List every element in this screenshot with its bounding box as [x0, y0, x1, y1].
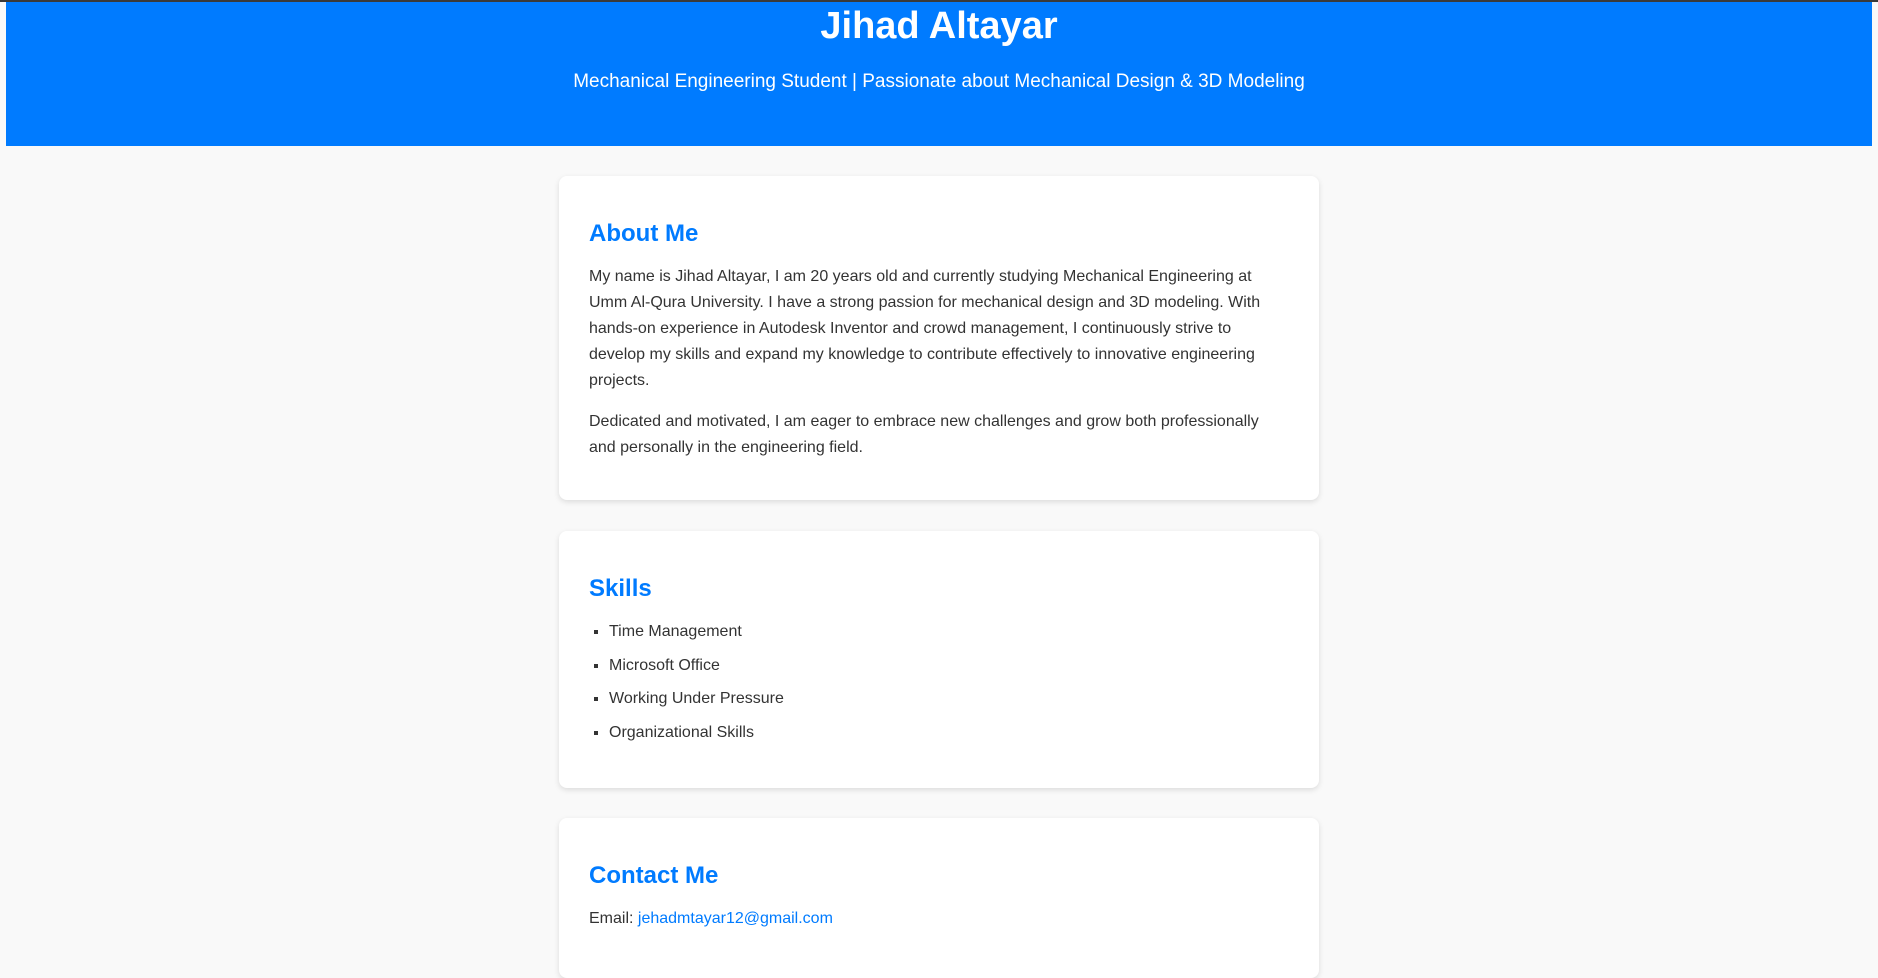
about-paragraph-2: Dedicated and motivated, I am eager to e…: [589, 413, 1259, 456]
skills-list: Time Management Microsoft Office Working…: [589, 620, 1289, 745]
contact-heading: Contact Me: [589, 862, 719, 889]
contact-section: Contact Me Email: jehadmtayar12@gmail.co…: [559, 818, 1319, 978]
page-subtitle: Mechanical Engineering Student | Passion…: [573, 71, 1305, 92]
page-header: Jihad Altayar Mechanical Engineering Stu…: [6, 2, 1872, 146]
about-heading: About Me: [589, 220, 699, 247]
about-section: About Me My name is Jihad Altayar, I am …: [559, 176, 1319, 500]
contact-email-row: Email: jehadmtayar12@gmail.com: [589, 906, 1289, 932]
about-paragraph-1: My name is Jihad Altayar, I am 20 years …: [589, 268, 1261, 389]
skill-item-time-management: Time Management: [609, 620, 1289, 644]
skill-item-microsoft-office: Microsoft Office: [609, 654, 1289, 678]
skill-item-organizational-skills: Organizational Skills: [609, 721, 1289, 745]
skills-heading: Skills: [589, 575, 652, 602]
email-link[interactable]: jehadmtayar12@gmail.com: [638, 910, 833, 927]
email-label: Email:: [589, 910, 634, 927]
skills-section: Skills Time Management Microsoft Office …: [559, 531, 1319, 788]
skill-item-working-under-pressure: Working Under Pressure: [609, 687, 1289, 711]
page-title: Jihad Altayar: [820, 5, 1058, 47]
